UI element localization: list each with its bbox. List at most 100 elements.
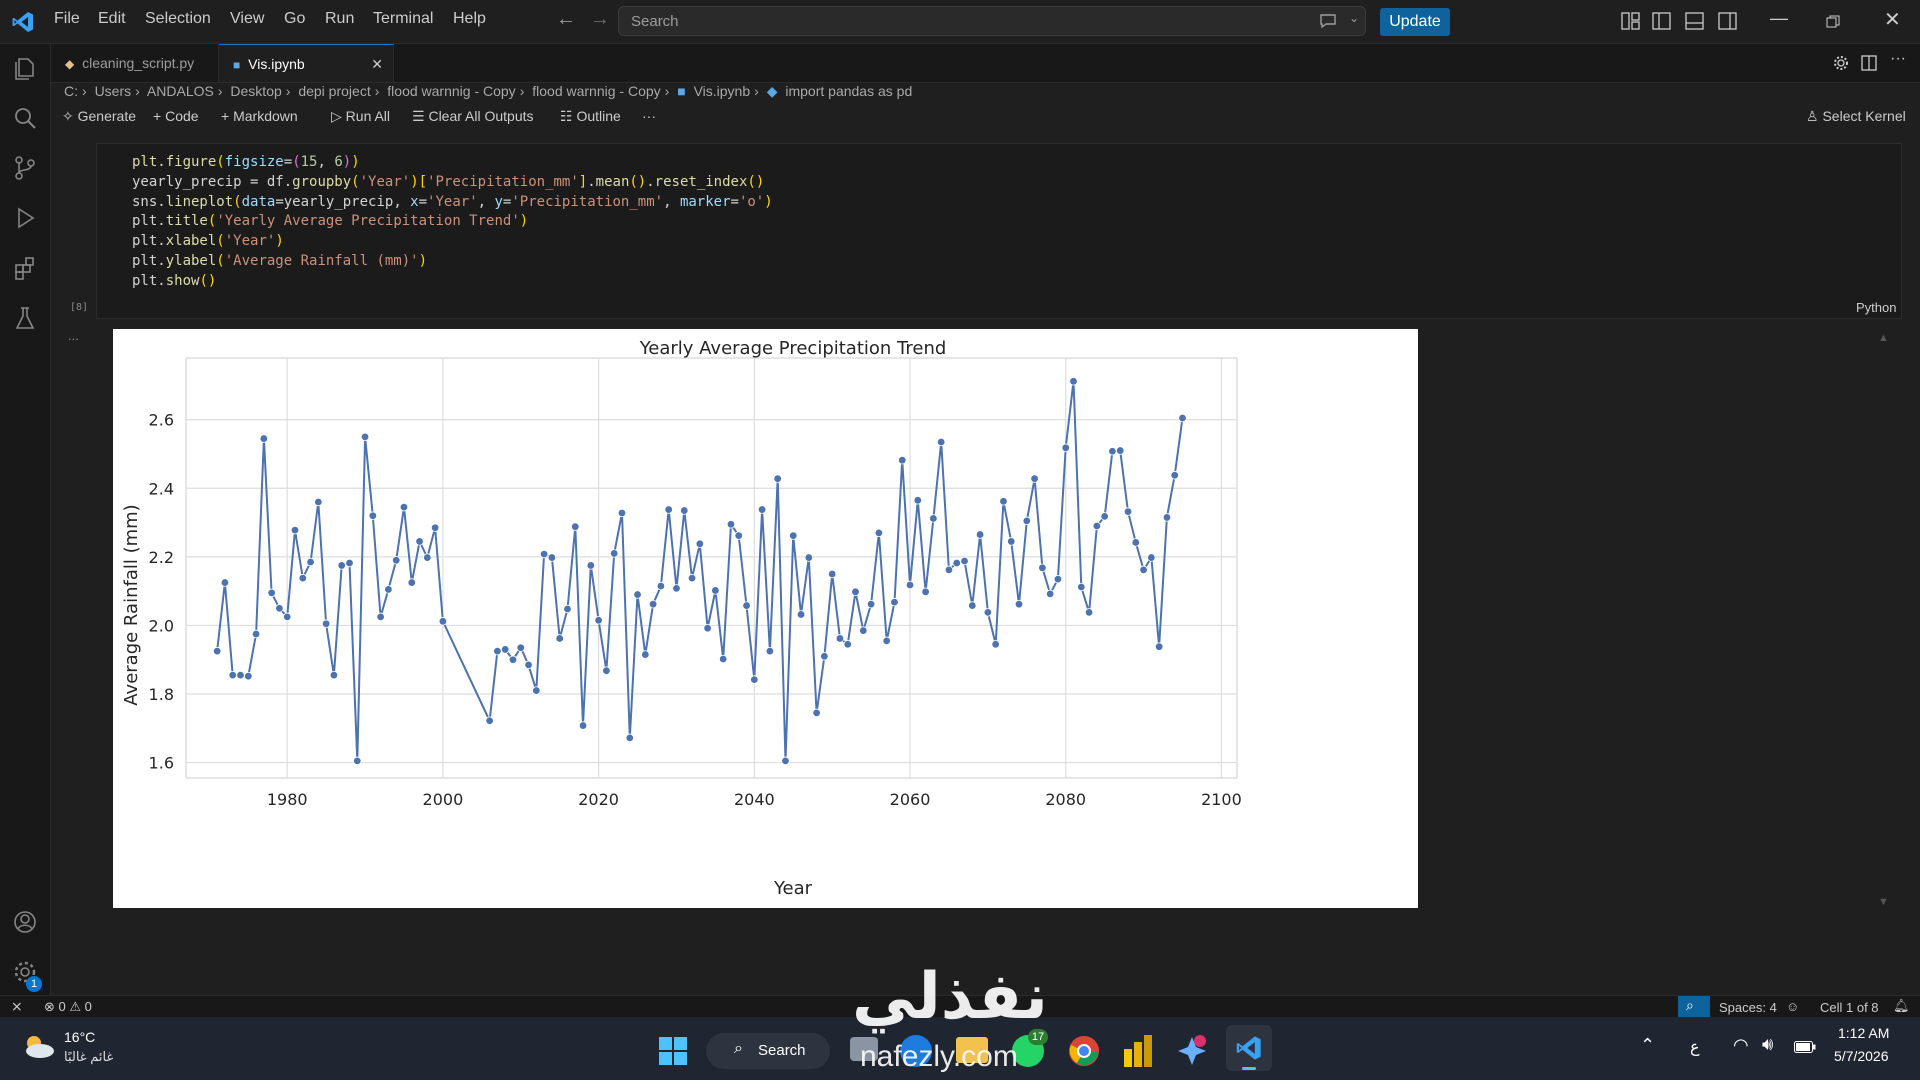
wifi-icon[interactable]: ◠ — [1733, 1035, 1749, 1056]
data-point — [975, 530, 985, 539]
execution-count: [8] — [70, 302, 89, 313]
breadcrumb-item[interactable]: C: — [64, 83, 78, 99]
figma-sparkle-icon[interactable] — [1176, 1035, 1208, 1067]
notifications-bell-icon[interactable]: 🔔︎ — [1893, 998, 1910, 1014]
windows-start-icon[interactable] — [659, 1037, 687, 1065]
close-tab-icon[interactable]: ✕ — [371, 45, 383, 83]
customize-layout-icon[interactable] — [1621, 12, 1641, 30]
vscode-icon — [1236, 1036, 1261, 1060]
data-point — [399, 502, 409, 512]
forward-arrow-icon[interactable]: → — [590, 8, 610, 31]
zoom-indicator[interactable]: ⌕ — [1678, 996, 1710, 1018]
add-markdown-button[interactable]: + Markdown — [221, 108, 298, 124]
data-point — [718, 654, 728, 664]
breadcrumb-item[interactable]: Users — [95, 83, 132, 99]
x-tick-label: 2040 — [734, 790, 775, 809]
search-input[interactable]: Search — [618, 6, 1366, 36]
clock-date[interactable]: 5/7/2026 — [1834, 1048, 1889, 1064]
indentation-status[interactable]: Spaces: 4 — [1719, 1000, 1777, 1015]
menu-file[interactable]: File — [54, 10, 80, 28]
tray-chevron-up-icon[interactable]: ⌃ — [1640, 1035, 1655, 1056]
update-button[interactable]: Update — [1380, 8, 1450, 36]
source-control-icon[interactable] — [11, 154, 39, 182]
output-more-icon[interactable]: ... — [68, 328, 79, 343]
account-icon[interactable] — [11, 908, 39, 936]
toggle-secondary-sidebar-icon[interactable] — [1718, 12, 1738, 30]
scroll-down-icon[interactable]: ▼ — [1878, 896, 1889, 908]
chrome-icon[interactable] — [1068, 1035, 1100, 1067]
line-chart: 1980 2000 2020 2040 2060 2080 2100 1.6 1.8 2.0 2.2… — [121, 338, 1242, 899]
toggle-panel-icon[interactable] — [1685, 12, 1705, 30]
menu-view[interactable]: View — [230, 10, 264, 28]
outline-label: Outline — [576, 108, 621, 124]
battery-icon[interactable] — [1794, 1041, 1816, 1053]
breadcrumb-item[interactable]: Vis.ipynb — [694, 83, 751, 99]
problems-indicator[interactable]: ⊗ 0 ⚠ 0 — [44, 999, 92, 1015]
data-point — [555, 634, 564, 643]
data-point — [602, 666, 611, 675]
copilot-status-icon[interactable]: ☺ — [1786, 999, 1799, 1014]
extensions-icon[interactable] — [11, 254, 39, 282]
input-language[interactable]: ع — [1690, 1037, 1700, 1057]
menu-edit[interactable]: Edit — [98, 10, 126, 28]
clear-outputs-button[interactable]: ☰ Clear All Outputs — [412, 108, 534, 125]
code-editor[interactable]: plt.figure(figsize=(15, 6)) yearly_preci… — [132, 153, 773, 292]
menu-go[interactable]: Go — [284, 10, 305, 28]
notebook-settings-gear-icon[interactable] — [1833, 55, 1849, 71]
power-bi-icon[interactable] — [1124, 1035, 1152, 1067]
data-point — [1053, 574, 1063, 584]
close-window-icon[interactable]: ✕ — [1884, 7, 1901, 32]
more-actions-icon[interactable]: ··· — [1890, 50, 1906, 68]
remote-icon[interactable]: ⨯ — [11, 998, 23, 1015]
data-point — [905, 580, 915, 590]
copilot-chat-icon[interactable] — [1318, 12, 1338, 30]
run-debug-icon[interactable] — [11, 204, 39, 232]
restore-icon[interactable] — [1826, 15, 1840, 29]
data-point — [571, 522, 580, 531]
menu-terminal[interactable]: Terminal — [373, 10, 433, 28]
data-point — [508, 655, 518, 664]
breadcrumb-item[interactable]: ANDALOS — [147, 83, 214, 99]
minimize-icon[interactable]: — — [1770, 8, 1788, 29]
breadcrumb-item[interactable]: Desktop — [230, 83, 281, 99]
search-icon[interactable] — [11, 104, 39, 132]
tab-cleaning-script[interactable]: ◆ cleaning_script.py — [51, 44, 219, 82]
chevron-down-icon[interactable]: ⌄ — [1349, 11, 1359, 25]
cell-language[interactable]: Python — [1856, 300, 1896, 315]
breadcrumb-item[interactable]: import pandas as pd — [785, 83, 912, 99]
breadcrumb-item[interactable]: depi project — [298, 83, 370, 99]
data-point — [812, 708, 821, 718]
split-editor-icon[interactable] — [1861, 55, 1877, 71]
breadcrumb-item[interactable]: flood warnnig - Copy — [387, 83, 515, 99]
outline-button[interactable]: ☷ Outline — [560, 108, 621, 125]
toolbar-more-button[interactable]: ··· — [642, 108, 656, 124]
breadcrumb-item[interactable]: flood warnnig - Copy — [532, 83, 660, 99]
vscode-taskbar-button[interactable] — [1226, 1025, 1272, 1071]
toggle-sidebar-icon[interactable] — [1652, 12, 1672, 30]
cell-position-status[interactable]: Cell 1 of 8 — [1820, 1000, 1879, 1015]
data-point — [641, 650, 650, 659]
run-all-button[interactable]: ▷ Run All — [331, 108, 390, 125]
data-point — [680, 506, 689, 515]
data-point — [609, 549, 619, 558]
markdown-label: Markdown — [233, 108, 298, 124]
select-kernel-button[interactable]: ♙ Select Kernel — [1806, 108, 1906, 125]
generate-button[interactable]: ✧ Generate — [62, 108, 136, 125]
back-arrow-icon[interactable]: ← — [556, 8, 576, 31]
menu-help[interactable]: Help — [453, 10, 486, 28]
weather-cloud-icon[interactable] — [20, 1031, 56, 1061]
select-kernel-label: Select Kernel — [1822, 108, 1906, 124]
taskbar-search[interactable]: ⌕ Search — [706, 1033, 830, 1069]
testing-flask-icon[interactable] — [11, 304, 39, 332]
volume-icon[interactable]: 🔊︎ — [1762, 1034, 1773, 1055]
menu-run[interactable]: Run — [325, 10, 354, 28]
tab-vis-notebook[interactable]: ■ Vis.ipynb ✕ — [219, 44, 394, 82]
clock-time[interactable]: 1:12 AM — [1838, 1025, 1889, 1041]
add-code-button[interactable]: + Code — [153, 108, 199, 124]
run-all-icon: ▷ — [331, 108, 342, 124]
explorer-icon[interactable] — [11, 54, 39, 82]
scroll-up-icon[interactable]: ▲ — [1878, 332, 1889, 344]
data-point — [1030, 474, 1039, 483]
clear-all-icon: ☰ — [412, 108, 425, 124]
menu-selection[interactable]: Selection — [145, 10, 211, 28]
